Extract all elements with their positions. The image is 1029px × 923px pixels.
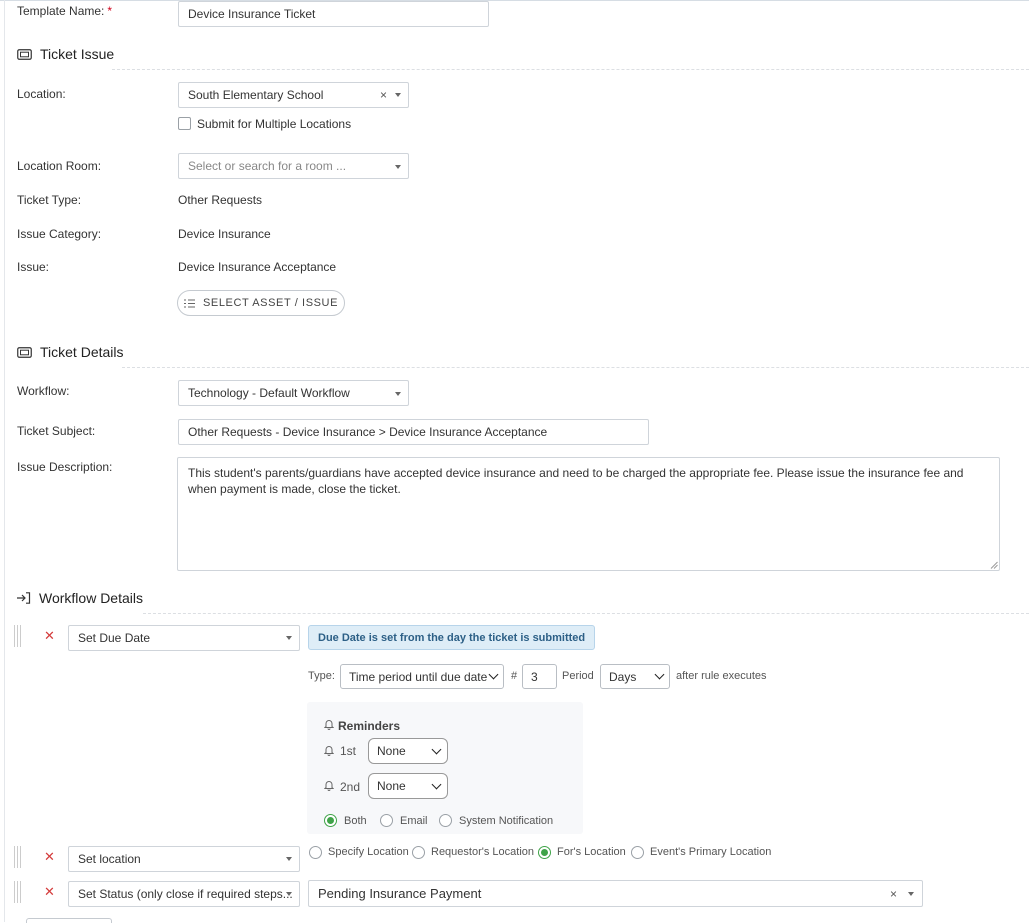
ticket-type-value: Other Requests bbox=[178, 193, 263, 207]
notify-both-radio[interactable] bbox=[324, 814, 337, 827]
rule-action-value: Set Status (only close if required steps… bbox=[78, 887, 293, 901]
issue-description-label: Issue Description: bbox=[17, 460, 113, 474]
reminder-second-label: 2nd bbox=[340, 780, 361, 794]
due-type-select[interactable]: Time period until due date bbox=[340, 664, 504, 689]
specify-location-label: Specify Location bbox=[328, 846, 409, 858]
rule-chevron-down-icon bbox=[286, 857, 292, 861]
type-label: Type: bbox=[308, 670, 335, 682]
events-primary-location-label: Event's Primary Location bbox=[650, 846, 772, 858]
ticket-subject-label: Ticket Subject: bbox=[17, 424, 96, 438]
list-icon bbox=[183, 299, 195, 307]
required-mark: * bbox=[107, 4, 113, 18]
delete-rule-icon[interactable]: ✕ bbox=[44, 884, 55, 900]
workflow-select[interactable]: Technology - Default Workflow bbox=[178, 380, 409, 406]
period-count-input[interactable]: 3 bbox=[522, 664, 557, 689]
rule-action-value: Set location bbox=[78, 852, 141, 866]
notify-system-radio[interactable] bbox=[439, 814, 452, 827]
issue-description-value: This student's parents/guardians have ac… bbox=[188, 466, 964, 496]
rule-action-select[interactable]: Set Due Date bbox=[68, 625, 300, 651]
template-name-label: Template Name: * bbox=[17, 4, 113, 18]
issue-category-label: Issue Category: bbox=[17, 227, 102, 241]
events-primary-location-radio[interactable] bbox=[631, 846, 644, 859]
status-chevron-down-icon bbox=[908, 892, 914, 896]
ticket-subject-value: Other Requests - Device Insurance > Devi… bbox=[188, 425, 548, 439]
hash-label: # bbox=[511, 670, 518, 682]
delete-rule-icon[interactable]: ✕ bbox=[44, 628, 55, 644]
ticket-icon bbox=[17, 346, 32, 358]
period-label: Period bbox=[562, 670, 594, 682]
requestor-location-radio[interactable] bbox=[412, 846, 425, 859]
rule-action-select[interactable]: Set location bbox=[68, 846, 300, 872]
bell-icon bbox=[324, 781, 334, 791]
notify-both-label: Both bbox=[344, 815, 367, 827]
ticket-issue-section-title: Ticket Issue bbox=[17, 46, 114, 62]
location-chevron-down-icon bbox=[395, 93, 401, 97]
resize-handle-icon[interactable] bbox=[990, 561, 998, 569]
issue-description-textarea[interactable]: This student's parents/guardians have ac… bbox=[177, 457, 1000, 571]
select-asset-issue-label: SELECT ASSET / ISSUE bbox=[202, 297, 339, 309]
status-value: Pending Insurance Payment bbox=[318, 886, 482, 901]
after-rule-label: after rule executes bbox=[676, 670, 767, 682]
notify-system-label: System Notification bbox=[459, 815, 554, 827]
issue-value: Device Insurance Acceptance bbox=[178, 260, 337, 274]
room-chevron-down-icon bbox=[395, 165, 401, 169]
reminders-title: Reminders bbox=[338, 719, 401, 733]
notify-email-radio[interactable] bbox=[380, 814, 393, 827]
rule-action-select[interactable]: Set Status (only close if required steps… bbox=[68, 881, 300, 907]
drag-handle-icon[interactable] bbox=[14, 846, 23, 868]
ticket-details-title: Ticket Details bbox=[40, 344, 124, 360]
template-name-value: Device Insurance Ticket bbox=[188, 7, 316, 21]
select-asset-issue-button[interactable]: SELECT ASSET / ISSUE bbox=[177, 290, 345, 316]
ticket-details-section-title: Ticket Details bbox=[17, 344, 124, 360]
workflow-value: Technology - Default Workflow bbox=[188, 386, 350, 400]
workflow-details-section-title: Workflow Details bbox=[17, 590, 143, 606]
issue-label: Issue: bbox=[17, 260, 50, 274]
specify-location-radio[interactable] bbox=[309, 846, 322, 859]
workflow-label: Workflow: bbox=[17, 384, 70, 398]
location-room-select[interactable]: Select or search for a room ... bbox=[178, 153, 409, 179]
location-clear-icon[interactable]: × bbox=[380, 88, 387, 102]
drag-handle-icon[interactable] bbox=[14, 625, 23, 647]
bell-icon bbox=[324, 746, 334, 756]
location-value: South Elementary School bbox=[188, 88, 324, 102]
section-divider bbox=[143, 613, 1029, 614]
template-name-input[interactable]: Device Insurance Ticket bbox=[178, 1, 489, 27]
rule-action-value: Set Due Date bbox=[78, 631, 151, 645]
reminder-first-label: 1st bbox=[340, 744, 357, 758]
rule-chevron-down-icon bbox=[286, 636, 292, 640]
status-clear-icon[interactable]: × bbox=[890, 887, 897, 901]
period-unit-value: Days bbox=[609, 669, 637, 684]
workflow-details-title: Workflow Details bbox=[39, 590, 143, 606]
section-divider bbox=[112, 69, 1029, 70]
ticket-issue-title: Ticket Issue bbox=[40, 46, 115, 62]
ticket-icon bbox=[17, 48, 32, 60]
fors-location-radio[interactable] bbox=[538, 846, 551, 859]
notify-email-label: Email bbox=[400, 815, 428, 827]
location-select[interactable]: South Elementary School bbox=[178, 82, 409, 108]
due-type-value: Time period until due date bbox=[349, 669, 488, 684]
multiple-locations-label: Submit for Multiple Locations bbox=[197, 117, 352, 131]
ticket-subject-input[interactable]: Other Requests - Device Insurance > Devi… bbox=[178, 419, 649, 445]
rule-chevron-down-icon bbox=[286, 892, 292, 896]
location-room-label: Location Room: bbox=[17, 159, 102, 173]
status-select[interactable]: Pending Insurance Payment bbox=[308, 880, 923, 907]
due-date-info-badge: Due Date is set from the day the ticket … bbox=[308, 625, 596, 650]
workflow-chevron-down-icon bbox=[395, 392, 401, 396]
requestor-location-label: Requestor's Location bbox=[431, 846, 534, 858]
period-count-value: 3 bbox=[531, 669, 538, 684]
section-divider bbox=[122, 367, 1029, 368]
delete-rule-icon[interactable]: ✕ bbox=[44, 849, 55, 865]
reminder-second-value: None bbox=[377, 779, 406, 793]
sign-in-arrow-icon bbox=[17, 592, 31, 604]
multiple-locations-checkbox[interactable] bbox=[178, 117, 191, 130]
location-label: Location: bbox=[17, 87, 66, 101]
fors-location-label: For's Location bbox=[557, 846, 626, 858]
issue-category-value: Device Insurance bbox=[178, 227, 271, 241]
ticket-type-label: Ticket Type: bbox=[17, 193, 82, 207]
reminder-first-value: None bbox=[377, 744, 406, 758]
drag-handle-icon[interactable] bbox=[14, 881, 23, 903]
location-room-placeholder: Select or search for a room ... bbox=[188, 159, 347, 173]
partial-button[interactable] bbox=[26, 918, 112, 923]
bell-icon bbox=[324, 720, 334, 730]
